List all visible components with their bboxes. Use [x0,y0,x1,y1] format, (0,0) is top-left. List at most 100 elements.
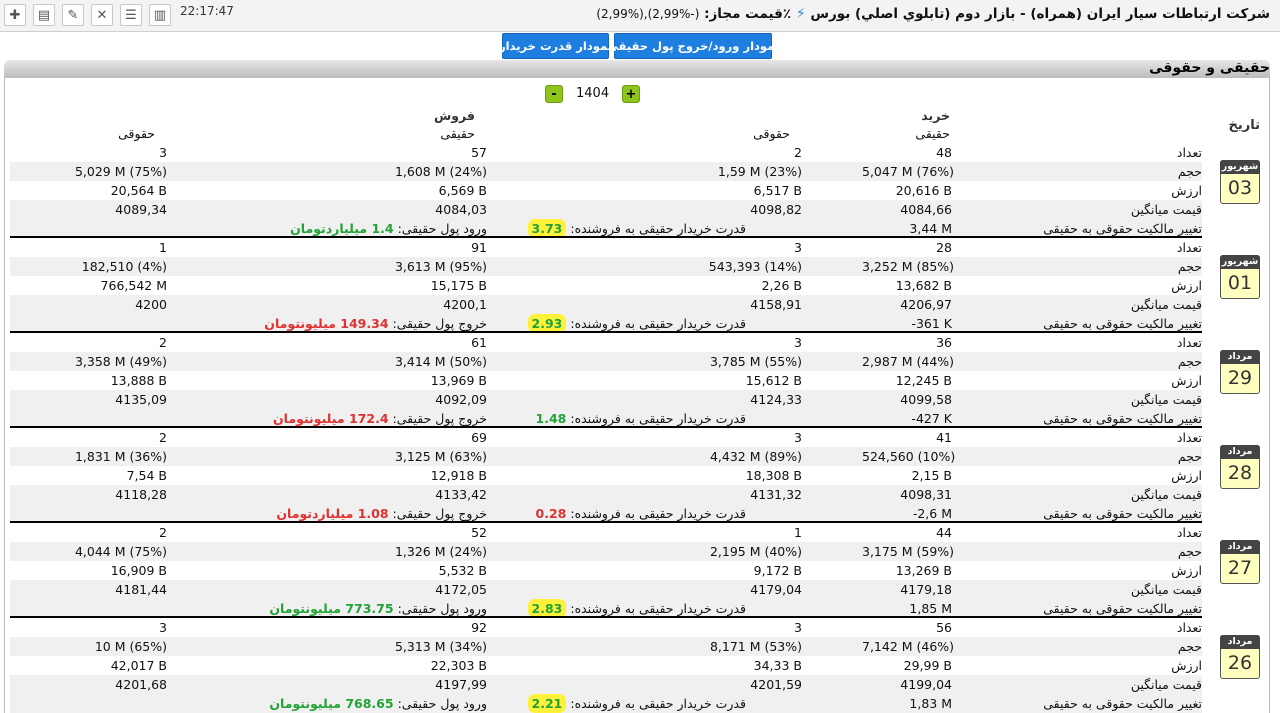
legal-sell-cell: 3,358 M (49%) [74,354,167,369]
legal-sell-cell: 3 [159,620,167,635]
buyer-power: قدرت خريدار حقیقی به فروشنده: 2.83 [446,599,746,618]
legal-buy-cell: 3,785 M (55%) [709,354,802,369]
flow-chart-button[interactable]: نمودار ورود/خروج پول حقیقی [607,33,779,59]
year-value: 1404 [576,86,610,101]
table-row: تعداد 44 1 52 2 [10,523,1202,542]
legal-buy-cell: 1 [794,525,802,540]
row-label-count: تعداد [1176,335,1202,350]
legal-buy-cell: 3 [794,430,802,445]
date-month: مرداد [1220,540,1260,554]
row-label-count: تعداد [1176,240,1202,255]
ownership-change-value: 1,83 M [909,696,952,711]
row-label-ownership: تغییر مالکیت حقوقی به حقیقی [1043,601,1202,616]
ownership-change-value: 3,44 M [909,221,952,236]
money-flow-value: 1.4 میلیاردتومان [290,221,394,236]
money-flow: خروج پول حقیقی: 149.34 میلیونتومان [167,315,487,332]
real-buy-cell: 2,987 M (44%) [862,354,955,369]
price-range: (2,99%),(2,99%-) [596,7,700,21]
date-day: 27 [1227,557,1253,579]
real-buy-cell: 13,682 B [895,278,952,293]
real-buy-cell: 524,560 (10%) [862,449,956,464]
row-label-ownership: تغییر مالکیت حقوقی به حقیقی [1043,411,1202,426]
row-label-count: تعداد [1176,620,1202,635]
legal-sell-cell: 4135,09 [115,392,167,407]
row-label-volume: حجم [1177,164,1202,179]
section-title: حقیقی و حقوقی [1149,60,1270,76]
row-label-avg_price: قيمت ميانگين [1130,487,1202,502]
ownership-change-value: -361 K [911,316,952,331]
document-icon[interactable]: ▤ [33,4,55,26]
legal-buy-cell: 15,612 B [745,373,802,388]
real-buy-cell: 28 [936,240,952,255]
money-flow: ورود پول حقیقی: 768.65 میلیونتومان [167,695,487,712]
legal-sell-cell: 13,888 B [110,373,167,388]
money-flow-label: خروج پول حقیقی: [392,316,487,331]
money-flow-label: ورود پول حقیقی: [397,696,487,711]
real-sell-cell: 4197,99 [435,677,487,692]
money-flow-label: خروج پول حقیقی: [392,411,487,426]
money-flow-label: ورود پول حقیقی: [397,601,487,616]
date-day: 29 [1227,367,1253,389]
legal-buy-cell: 34,33 B [753,658,802,673]
date-badge: مرداد 29 [1220,350,1260,394]
money-flow-value: 172.4 میلیونتومان [273,411,389,426]
money-flow-value: 149.34 میلیونتومان [264,316,389,331]
money-flow-label: ورود پول حقیقی: [397,221,487,236]
real-sell-cell: 3,414 M (50%) [394,354,487,369]
row-label-volume: حجم [1177,449,1202,464]
real-buy-cell: 12,245 B [895,373,952,388]
ownership-change-value: -2,6 M [912,506,952,521]
legal-sell-cell: 4200 [135,297,167,312]
list-icon[interactable]: ☰ [120,4,142,26]
legal-buy-cell: 4158,91 [750,297,802,312]
year-decrease-button[interactable]: - [545,85,563,103]
row-label-volume: حجم [1177,354,1202,369]
table-row: حجم 7,142 M (46%) 8,171 M (53%) 5,313 M (34… [10,637,1202,656]
money-flow-value: 768.65 میلیونتومان [269,696,394,711]
row-label-count: تعداد [1176,430,1202,445]
section-header [4,60,1270,78]
row-label-avg_price: قيمت ميانگين [1130,677,1202,692]
row-label-value: ارزش [1171,278,1202,293]
legal-sell-cell: 2 [159,525,167,540]
real-sell-cell: 4200,1 [443,297,487,312]
row-label-avg_price: قيمت ميانگين [1130,582,1202,597]
date-day: 03 [1227,177,1253,199]
day-block: تعداد 48 2 57 3 حجم 5,047 M (76%) 1,59 M (23%) 1… [10,143,1202,238]
legal-buy-cell: 3 [794,335,802,350]
legal-buy-cell: 1,59 M (23%) [717,164,802,179]
real-sell-cell: 15,175 B [430,278,487,293]
money-flow-label: خروج پول حقیقی: [392,506,487,521]
legal-sell-cell: 766,542 M [100,278,167,293]
row-label-volume: حجم [1177,544,1202,559]
legal-buy-cell: 6,517 B [753,183,802,198]
table-row: ارزش 13,682 B 2,26 B 15,175 B 766,542 M [10,276,1202,295]
year-increase-button[interactable]: + [622,85,640,103]
tools-icon[interactable]: ✕ [91,4,113,26]
legal-sell-cell: 10 M (65%) [94,639,167,654]
edit-icon[interactable]: ✎ [62,4,84,26]
day-block: تعداد 28 3 91 1 حجم 3,252 M (85%) 543,393 (14%)… [10,238,1202,333]
real-sell-cell: 22,303 B [430,658,487,673]
legal-buy-cell: 3 [794,620,802,635]
table-row: ارزش 2,15 B 18,308 B 12,918 B 7,54 B [10,466,1202,485]
row-label-avg_price: قيمت ميانگين [1130,297,1202,312]
date-day: 28 [1227,462,1253,484]
row-label-avg_price: قيمت ميانگين [1130,392,1202,407]
real-sell-cell: 3,613 M (95%) [394,259,487,274]
legal-sell-cell: 1,831 M (36%) [74,449,167,464]
buyer-power-chart-button[interactable]: نمودار قدرت خريدار [499,33,612,59]
real-buy-cell: 41 [936,430,952,445]
plus-icon[interactable]: ✚ [4,4,26,26]
legal-sell-cell: 7,54 B [126,468,167,483]
legal-sell-cell: 16,909 B [110,563,167,578]
buyer-power-label: قدرت خريدار حقیقی به فروشنده: [570,506,746,521]
day-block: تعداد 41 3 69 2 حجم 524,560 (10%) 4,432 M (89%)… [10,428,1202,523]
real-sell-cell: 4092,09 [435,392,487,407]
buyer-power: قدرت خريدار حقیقی به فروشنده: 0.28 [446,505,746,522]
table-row: حجم 2,987 M (44%) 3,785 M (55%) 3,414 M (50… [10,352,1202,371]
date-badge: مرداد 27 [1220,540,1260,584]
chart-icon[interactable]: ▥ [149,4,171,26]
buyer-power: قدرت خريدار حقیقی به فروشنده: 2.93 [446,314,746,333]
row-label-value: ارزش [1171,468,1202,483]
